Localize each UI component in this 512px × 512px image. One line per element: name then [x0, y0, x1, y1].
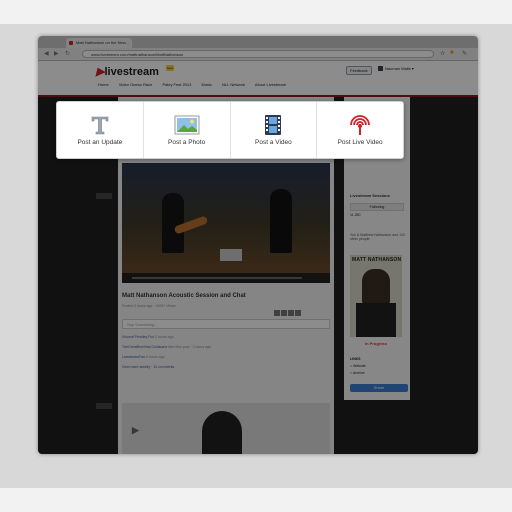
film-icon — [262, 114, 284, 141]
post-type-modal: Post an Update Post a Photo Post a Video… — [56, 101, 404, 159]
post-update-option[interactable]: Post an Update — [57, 102, 144, 158]
post-live-video-label: Post Live Video — [337, 139, 383, 146]
post-update-label: Post an Update — [77, 139, 123, 146]
post-photo-label: Post a Photo — [168, 139, 206, 146]
bottom-band — [0, 488, 512, 512]
text-icon — [89, 114, 111, 141]
post-video-option[interactable]: Post a Video — [231, 102, 318, 158]
top-band — [0, 0, 512, 24]
broadcast-icon — [349, 114, 371, 141]
post-video-label: Post a Video — [255, 139, 292, 146]
dim-overlay — [38, 36, 478, 454]
photo-icon — [174, 114, 200, 141]
post-live-video-option[interactable]: Post Live Video — [317, 102, 403, 158]
post-photo-option[interactable]: Post a Photo — [144, 102, 231, 158]
